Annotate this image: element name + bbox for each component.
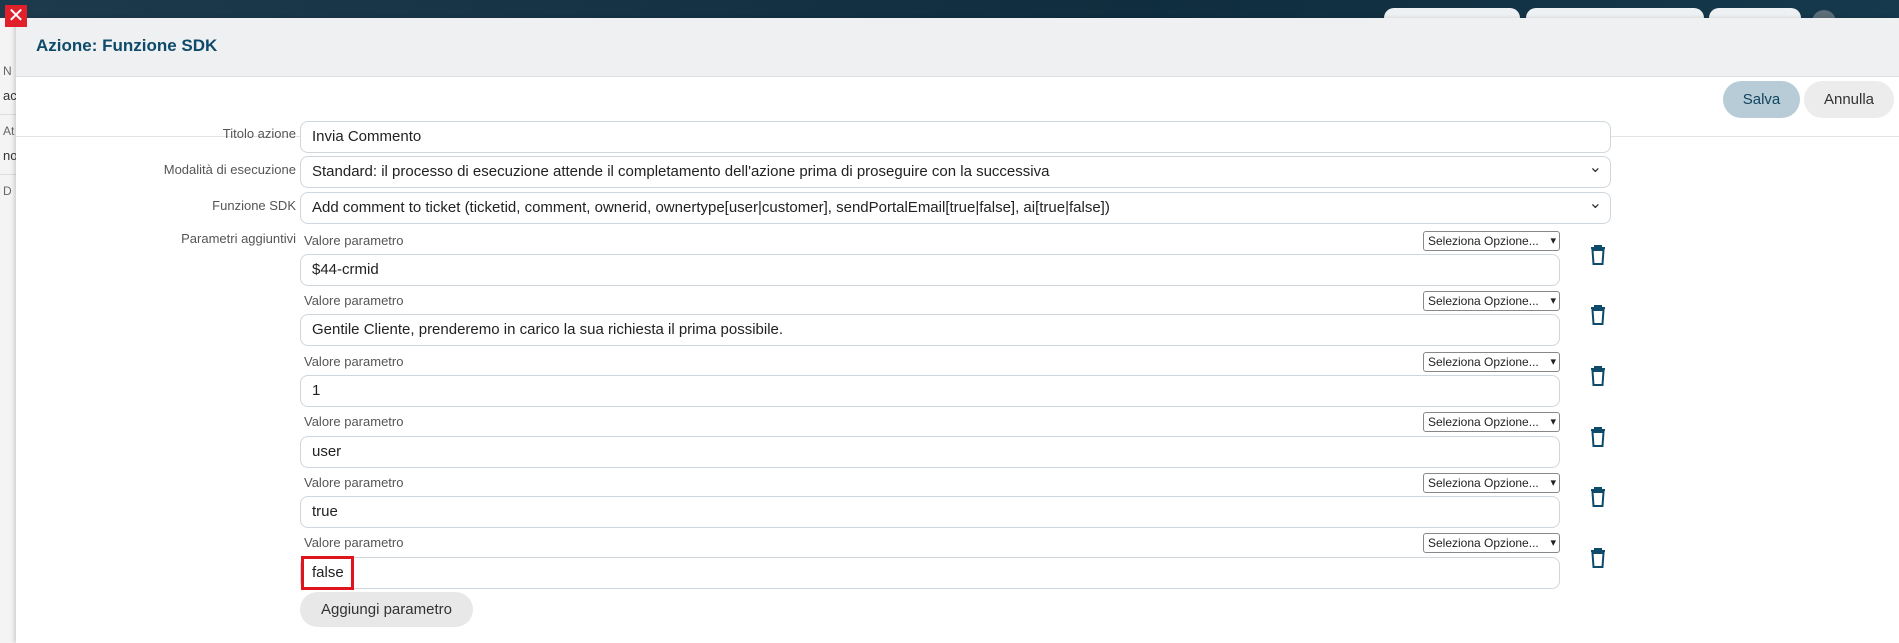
modalita-esecuzione-value: Standard: il processo di esecuzione atte… [312, 163, 1050, 180]
param-value-input[interactable]: 1 [300, 375, 1560, 407]
highlight-box [301, 556, 354, 590]
funzione-sdk-select[interactable]: Add comment to ticket (ticketid, comment… [300, 192, 1611, 224]
background-text: At [3, 124, 15, 138]
cancel-button[interactable]: Annulla [1804, 81, 1894, 118]
modal-header: Azione: Funzione SDK [16, 18, 1899, 77]
background-text: ac [3, 88, 16, 103]
param-option-select[interactable]: Seleziona Opzione... [1423, 533, 1560, 553]
param-value-input[interactable]: user [300, 436, 1560, 468]
param-option-select[interactable]: Seleziona Opzione... [1423, 352, 1560, 372]
param-option-select[interactable]: Seleziona Opzione... [1423, 291, 1560, 311]
param-label: Valore parametro [304, 293, 404, 308]
param-value-input[interactable]: Gentile Cliente, prenderemo in carico la… [300, 314, 1560, 346]
parametri-aggiuntivi-label: Parametri aggiuntivi [181, 231, 296, 246]
modal-title: Azione: Funzione SDK [36, 36, 218, 55]
titolo-azione-input[interactable]: Invia Commento [300, 121, 1611, 153]
param-label: Valore parametro [304, 414, 404, 429]
param-label: Valore parametro [304, 354, 404, 369]
param-option-select[interactable]: Seleziona Opzione... [1423, 412, 1560, 432]
funzione-sdk-label: Funzione SDK [212, 198, 296, 213]
trash-icon[interactable] [1589, 365, 1607, 387]
background-text: no [3, 148, 16, 163]
param-label: Valore parametro [304, 233, 404, 248]
save-button[interactable]: Salva [1723, 81, 1800, 118]
add-parameter-button[interactable]: Aggiungi parametro [300, 592, 473, 627]
param-value-input[interactable]: $44-crmid [300, 254, 1560, 286]
background-text: D [3, 184, 12, 198]
background-text: N [3, 64, 12, 78]
trash-icon[interactable] [1589, 304, 1607, 326]
modalita-esecuzione-select[interactable]: Standard: il processo di esecuzione atte… [300, 156, 1611, 188]
param-label: Valore parametro [304, 475, 404, 490]
param-value-input[interactable]: true [300, 496, 1560, 528]
background-sidebar: N ac At no D [0, 18, 16, 643]
close-icon[interactable]: ✕ [5, 5, 27, 27]
trash-icon[interactable] [1589, 244, 1607, 266]
trash-icon[interactable] [1589, 426, 1607, 448]
param-option-select[interactable]: Seleziona Opzione... [1423, 473, 1560, 493]
trash-icon[interactable] [1589, 547, 1607, 569]
param-value-input[interactable]: false [300, 557, 1560, 589]
param-option-select[interactable]: Seleziona Opzione... [1423, 231, 1560, 251]
trash-icon[interactable] [1589, 486, 1607, 508]
modalita-esecuzione-label: Modalità di esecuzione [163, 162, 296, 177]
titolo-azione-label: Titolo azione [222, 126, 296, 141]
funzione-sdk-value: Add comment to ticket (ticketid, comment… [312, 199, 1110, 216]
param-label: Valore parametro [304, 535, 404, 550]
